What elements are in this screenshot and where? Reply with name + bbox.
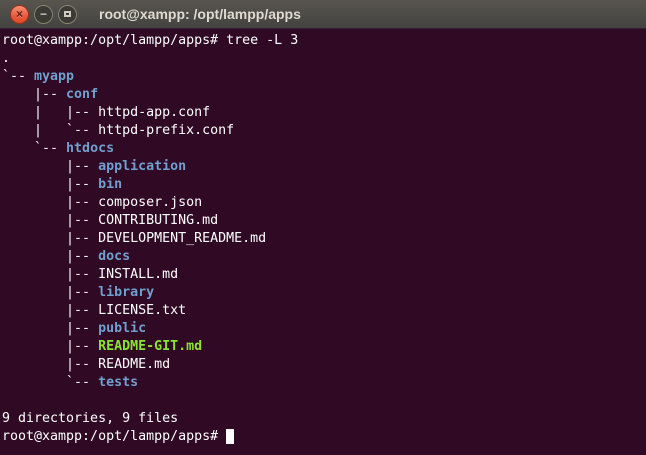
terminal-line: root@xampp:/opt/lampp/apps#: [2, 428, 644, 446]
terminal-text: public: [98, 321, 146, 336]
terminal-text: | |-- httpd-app.conf: [2, 105, 210, 120]
terminal-line: |-- INSTALL.md: [2, 266, 644, 284]
terminal-line: .: [2, 50, 644, 68]
terminal-text: |-- DEVELOPMENT_README.md: [2, 231, 266, 246]
terminal-text: conf: [66, 87, 98, 102]
terminal-text: library: [98, 285, 154, 300]
terminal-text: |--: [2, 285, 98, 300]
close-button[interactable]: ×: [10, 5, 29, 24]
window-controls: × −: [10, 5, 77, 24]
terminal-text: | `-- httpd-prefix.conf: [2, 123, 234, 138]
terminal-line: |-- CONTRIBUTING.md: [2, 212, 644, 230]
terminal-line: 9 directories, 9 files: [2, 410, 644, 428]
terminal-text: htdocs: [66, 141, 114, 156]
terminal-line: | |-- httpd-app.conf: [2, 104, 644, 122]
terminal-cursor: [226, 429, 234, 444]
terminal-text: application: [98, 159, 186, 174]
terminal-text: `--: [2, 375, 98, 390]
terminal-text: |-- composer.json: [2, 195, 202, 210]
terminal-line: `-- myapp: [2, 68, 644, 86]
terminal-line: |-- DEVELOPMENT_README.md: [2, 230, 644, 248]
terminal-line: |-- bin: [2, 176, 644, 194]
terminal-text: .: [2, 51, 10, 66]
terminal-line: |-- LICENSE.txt: [2, 302, 644, 320]
maximize-button[interactable]: [58, 5, 77, 24]
terminal-text: |--: [2, 321, 98, 336]
terminal-text: myapp: [34, 69, 74, 84]
terminal-line: `-- tests: [2, 374, 644, 392]
terminal-text: bin: [98, 177, 122, 192]
terminal-line: |-- README-GIT.md: [2, 338, 644, 356]
terminal-text: |-- LICENSE.txt: [2, 303, 186, 318]
terminal-line: |-- conf: [2, 86, 644, 104]
terminal-text: root@xampp:/opt/lampp/apps#: [2, 429, 226, 444]
terminal-line: |-- public: [2, 320, 644, 338]
terminal-text: README-GIT.md: [98, 339, 202, 354]
terminal-line: root@xampp:/opt/lampp/apps# tree -L 3: [2, 32, 644, 50]
terminal-text: tests: [98, 375, 138, 390]
terminal-text: 9 directories, 9 files: [2, 411, 178, 426]
terminal-line: `-- htdocs: [2, 140, 644, 158]
terminal-line: | `-- httpd-prefix.conf: [2, 122, 644, 140]
terminal-text: |-- CONTRIBUTING.md: [2, 213, 218, 228]
terminal-screen[interactable]: root@xampp:/opt/lampp/apps# tree -L 3. `-…: [0, 29, 646, 455]
window-title: root@xampp: /opt/lampp/apps: [99, 6, 301, 22]
terminal-text: |--: [2, 249, 98, 264]
terminal-text: root@xampp:/opt/lampp/apps# tree -L 3: [2, 33, 298, 48]
maximize-icon: [64, 11, 71, 17]
close-icon: ×: [16, 8, 23, 20]
terminal-text: |--: [2, 177, 98, 192]
terminal-line: |-- docs: [2, 248, 644, 266]
terminal-text: |--: [2, 339, 98, 354]
terminal-text: |--: [2, 87, 66, 102]
terminal-window: × − root@xampp: /opt/lampp/apps root@xam…: [0, 0, 646, 455]
minimize-button[interactable]: −: [34, 5, 53, 24]
terminal-line: |-- library: [2, 284, 644, 302]
terminal-text: |-- README.md: [2, 357, 170, 372]
minimize-icon: −: [40, 8, 47, 20]
terminal-line: |-- application: [2, 158, 644, 176]
terminal-text: |-- INSTALL.md: [2, 267, 178, 282]
terminal-line: |-- README.md: [2, 356, 644, 374]
terminal-text: `--: [2, 141, 66, 156]
terminal-text: docs: [98, 249, 130, 264]
terminal-text: `--: [2, 69, 34, 84]
terminal-text: |--: [2, 159, 98, 174]
titlebar[interactable]: × − root@xampp: /opt/lampp/apps: [0, 0, 646, 29]
terminal-line: [2, 392, 644, 410]
terminal-line: |-- composer.json: [2, 194, 644, 212]
